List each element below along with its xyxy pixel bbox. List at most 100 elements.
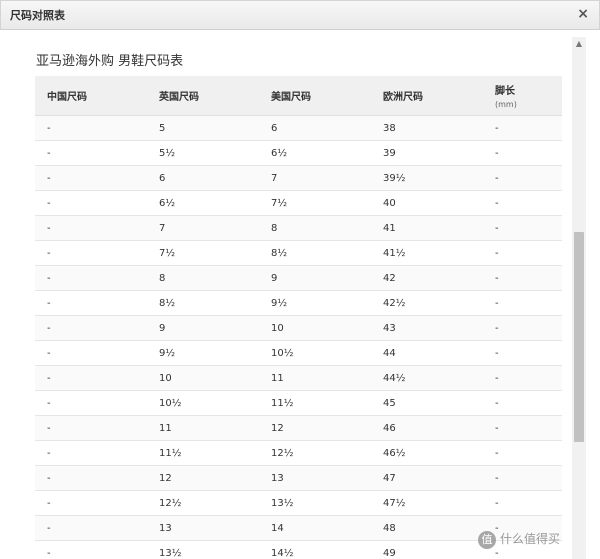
table-cell: 48 xyxy=(371,515,483,541)
table-cell: 8½ xyxy=(259,240,371,266)
table-row: -12 13 47- xyxy=(35,465,562,491)
table-cell: - xyxy=(483,440,562,466)
watermark: 值什么值得买 xyxy=(478,530,560,549)
table-row: -9 10 43- xyxy=(35,315,562,341)
table-cell: - xyxy=(35,165,147,191)
table-cell: - xyxy=(483,115,562,141)
table-cell: - xyxy=(35,465,147,491)
table-cell: 44 xyxy=(371,340,483,366)
table-body: -5 6 38- -5½ 6½ 39- -6 7 39½ - -6½ 7½ 40- -7 8 41- -7½ 8½… xyxy=(35,115,562,559)
table-cell: 12 xyxy=(259,415,371,441)
table-cell: 12½ xyxy=(259,440,371,466)
size-table: 中国尺码 英国尺码 美国尺码 欧洲尺码 脚长 (mm) -5 6 38- -5½ 6½ 3… xyxy=(35,76,562,559)
table-cell: 13 xyxy=(147,515,259,541)
table-cell: 5½ xyxy=(147,140,259,166)
table-cell: 9 xyxy=(259,265,371,291)
table-cell: - xyxy=(35,390,147,416)
table-cell: 8 xyxy=(147,265,259,291)
table-cell: 41 xyxy=(371,215,483,241)
dialog-title: 尺码对照表 xyxy=(10,9,65,22)
table-cell: 10½ xyxy=(147,390,259,416)
vertical-scrollbar[interactable]: ▲ xyxy=(572,37,586,559)
header-foot-length: 脚长 (mm) xyxy=(483,76,562,116)
table-cell: 42 xyxy=(371,265,483,291)
table-cell: - xyxy=(35,440,147,466)
table-cell: 49 xyxy=(371,540,483,559)
table-cell: - xyxy=(483,190,562,216)
table-cell: - xyxy=(35,540,147,559)
table-cell: - xyxy=(483,390,562,416)
table-cell: 14 xyxy=(259,515,371,541)
table-cell: 10½ xyxy=(259,340,371,366)
size-chart-dialog: 尺码对照表 × 亚马逊海外购 男鞋尺码表 中国尺码 英国尺码 美国尺码 欧洲尺码… xyxy=(0,0,600,559)
table-cell: 43 xyxy=(371,315,483,341)
table-cell: 12 xyxy=(147,465,259,491)
table-row: -6 7 39½ - xyxy=(35,165,562,191)
header-foot-length-label: 脚长 xyxy=(495,86,515,97)
table-cell: 40 xyxy=(371,190,483,216)
table-cell: 10 xyxy=(147,365,259,391)
table-cell: 38 xyxy=(371,115,483,141)
table-cell: 6 xyxy=(147,165,259,191)
table-row: -10½ 11½ 45- xyxy=(35,390,562,416)
table-cell: 41½ xyxy=(371,240,483,266)
table-row: -8 9 42- xyxy=(35,265,562,291)
table-cell: - xyxy=(483,315,562,341)
table-row: -9½ 10½ 44- xyxy=(35,340,562,366)
table-cell: - xyxy=(483,340,562,366)
table-cell: - xyxy=(35,290,147,316)
table-cell: 13 xyxy=(259,465,371,491)
table-cell: 6½ xyxy=(147,190,259,216)
table-cell: 7 xyxy=(147,215,259,241)
table-row: -5 6 38- xyxy=(35,115,562,141)
table-row: -12½ 13½ 47½ - xyxy=(35,490,562,516)
table-cell: - xyxy=(483,165,562,191)
close-icon[interactable]: × xyxy=(577,5,589,23)
table-cell: - xyxy=(35,190,147,216)
watermark-badge: 值 xyxy=(478,530,496,549)
table-cell: 10 xyxy=(259,315,371,341)
table-cell: 7 xyxy=(259,165,371,191)
table-row: -7½ 8½ 41½ - xyxy=(35,240,562,266)
table-cell: - xyxy=(483,240,562,266)
table-cell: - xyxy=(483,140,562,166)
table-cell: 44½ xyxy=(371,365,483,391)
table-cell: 42½ xyxy=(371,290,483,316)
table-row: -7 8 41- xyxy=(35,215,562,241)
table-cell: - xyxy=(35,115,147,141)
dialog-titlebar: 尺码对照表 × xyxy=(0,0,600,30)
table-cell: 47½ xyxy=(371,490,483,516)
table-cell: - xyxy=(35,415,147,441)
table-cell: 45 xyxy=(371,390,483,416)
table-cell: - xyxy=(483,290,562,316)
table-cell: 5 xyxy=(147,115,259,141)
dialog-content: 亚马逊海外购 男鞋尺码表 中国尺码 英国尺码 美国尺码 欧洲尺码 脚长 (mm)… xyxy=(0,30,570,559)
header-us-size: 美国尺码 xyxy=(259,76,371,116)
table-cell: 13½ xyxy=(147,540,259,559)
table-cell: 7½ xyxy=(147,240,259,266)
table-cell: 39½ xyxy=(371,165,483,191)
table-row: -8½ 9½ 42½ - xyxy=(35,290,562,316)
header-uk-size: 英国尺码 xyxy=(147,76,259,116)
table-row: -11½ 12½ 46½ - xyxy=(35,440,562,466)
scroll-thumb[interactable] xyxy=(574,232,584,442)
table-cell: 9½ xyxy=(259,290,371,316)
table-cell: 11 xyxy=(259,365,371,391)
table-cell: 8½ xyxy=(147,290,259,316)
table-cell: 13½ xyxy=(259,490,371,516)
table-cell: - xyxy=(483,265,562,291)
header-foot-length-unit: (mm) xyxy=(495,100,517,109)
table-cell: 11½ xyxy=(147,440,259,466)
scroll-up-arrow-icon[interactable]: ▲ xyxy=(572,37,586,51)
table-cell: - xyxy=(483,490,562,516)
table-cell: - xyxy=(483,415,562,441)
table-cell: - xyxy=(35,315,147,341)
table-cell: 12½ xyxy=(147,490,259,516)
table-cell: - xyxy=(35,240,147,266)
table-cell: - xyxy=(483,365,562,391)
table-cell: - xyxy=(35,490,147,516)
header-cn-size: 中国尺码 xyxy=(35,76,147,116)
table-header-row: 中国尺码 英国尺码 美国尺码 欧洲尺码 脚长 (mm) xyxy=(35,76,562,116)
table-heading: 亚马逊海外购 男鞋尺码表 xyxy=(36,54,184,69)
table-cell: - xyxy=(483,215,562,241)
